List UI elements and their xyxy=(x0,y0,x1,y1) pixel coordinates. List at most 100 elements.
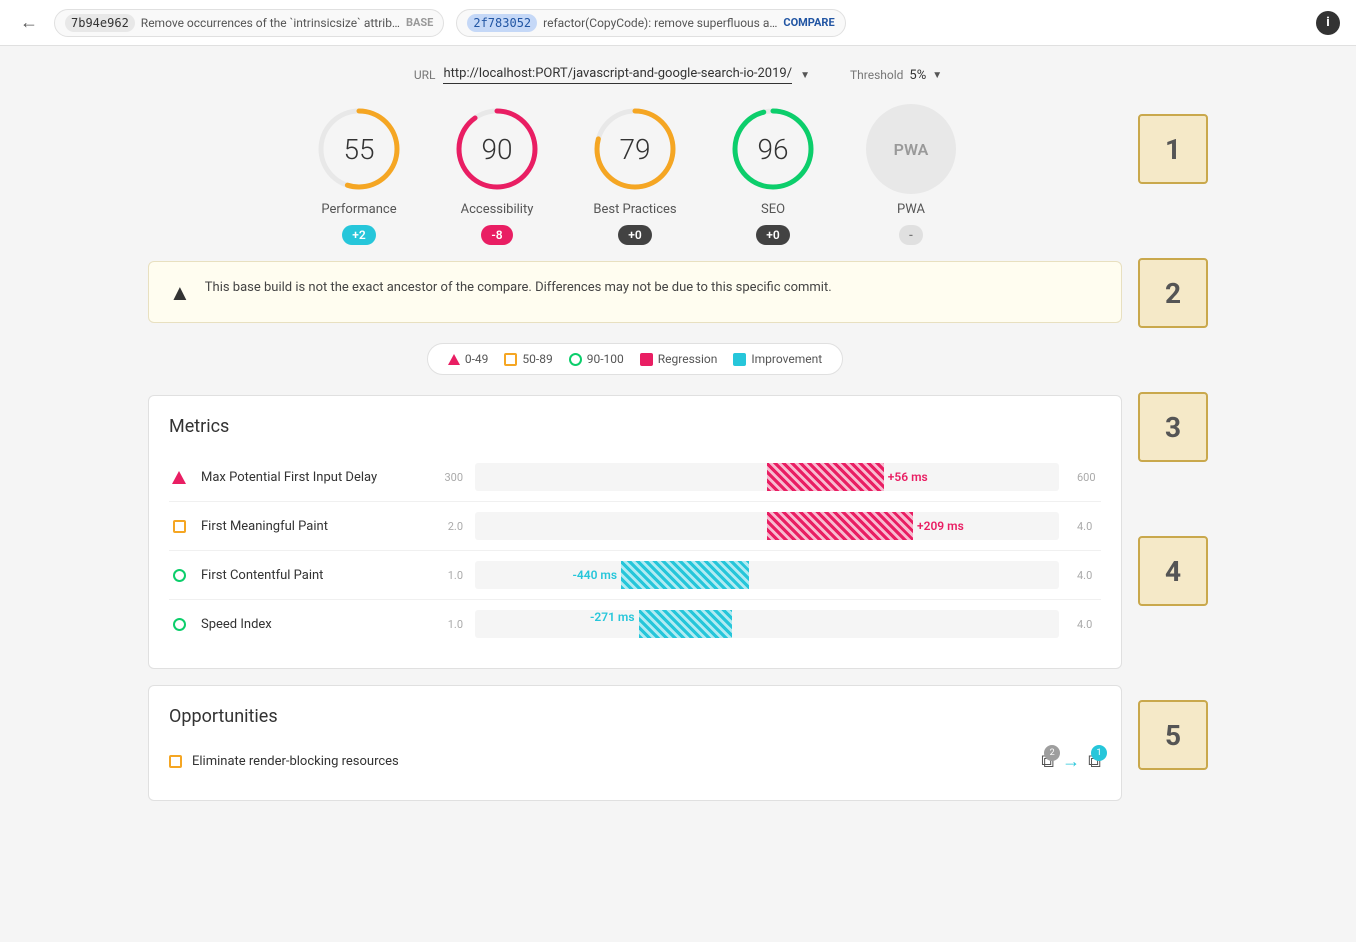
fid-bar-container: +56 ms xyxy=(475,463,1059,491)
annotation-box-3: 3 xyxy=(1138,392,1208,462)
legend-improvement-label: Improvement xyxy=(751,352,822,366)
url-section: URL http://localhost:PORT/javascript-and… xyxy=(414,66,810,84)
opportunities-title: Opportunities xyxy=(169,706,1101,727)
info-button[interactable]: i xyxy=(1316,11,1340,35)
fcp-name: First Contentful Paint xyxy=(201,568,421,583)
pwa-score: PWA xyxy=(894,140,929,159)
opp-row: Eliminate render-blocking resources ⧉ 2 … xyxy=(169,743,1101,780)
score-seo: 96 SEO +0 xyxy=(728,104,818,245)
metric-row-fcp: First Contentful Paint 1.0 -440 ms 4.0 xyxy=(169,551,1101,600)
compare-commit-tag: 2f783052 refactor(CopyCode): remove supe… xyxy=(456,9,845,37)
fcp-scale-end: 4.0 xyxy=(1071,569,1101,582)
metrics-title: Metrics xyxy=(169,416,1101,437)
url-value: http://localhost:PORT/javascript-and-goo… xyxy=(443,66,792,84)
score-circle-seo: 96 xyxy=(728,104,818,194)
opp-arrow-icon: → xyxy=(1062,751,1080,772)
opp-compare-count: 1 xyxy=(1091,745,1107,761)
url-dropdown-arrow[interactable]: ▼ xyxy=(800,70,810,81)
url-label: URL xyxy=(414,68,436,82)
fmp-bar: +209 ms xyxy=(767,512,913,540)
opportunities-section: Opportunities Eliminate render-blocking … xyxy=(148,685,1122,801)
fmp-icon xyxy=(169,516,189,536)
score-performance: 55 Performance +2 xyxy=(314,104,404,245)
base-label: BASE xyxy=(406,16,433,29)
pwa-circle: PWA xyxy=(866,104,956,194)
score-circle-accessibility: 90 xyxy=(452,104,542,194)
threshold-value: 5% xyxy=(909,68,926,83)
seo-score: 96 xyxy=(757,133,788,166)
legend-triangle-icon xyxy=(448,354,460,365)
accessibility-label: Accessibility xyxy=(461,202,534,217)
seo-label: SEO xyxy=(761,202,785,217)
best-practices-badge: +0 xyxy=(618,225,651,245)
si-bar: -271 ms xyxy=(639,610,732,638)
scores-row: 55 Performance +2 90 Accessibility xyxy=(148,104,1122,245)
si-icon xyxy=(169,614,189,634)
metric-row-fmp: First Meaningful Paint 2.0 +209 ms 4.0 xyxy=(169,502,1101,551)
si-bar-container: -271 ms xyxy=(475,610,1059,638)
performance-label: Performance xyxy=(321,202,396,217)
fmp-scale-start: 2.0 xyxy=(433,520,463,533)
annotation-boxes: 1 2 3 4 5 xyxy=(1138,104,1208,770)
base-commit-hash: 7b94e962 xyxy=(65,14,135,32)
fcp-scale-start: 1.0 xyxy=(433,569,463,582)
pwa-badge: - xyxy=(899,225,923,245)
legend-0-49-label: 0-49 xyxy=(465,352,489,366)
fcp-bar-container: -440 ms xyxy=(475,561,1059,589)
fcp-bar-label: -440 ms xyxy=(572,568,617,582)
si-bar-label: -271 ms xyxy=(590,610,635,624)
metric-row-si: Speed Index 1.0 -271 ms 4.0 xyxy=(169,600,1101,648)
fid-icon xyxy=(169,467,189,487)
legend-improvement: Improvement xyxy=(733,352,822,366)
annotation-box-1: 1 xyxy=(1138,114,1208,184)
legend-regression: Regression xyxy=(640,352,718,366)
opp-compare-icon-container: ⧉ 1 xyxy=(1088,751,1101,772)
opp-base-count: 2 xyxy=(1044,745,1060,761)
back-button[interactable]: ← xyxy=(16,8,42,37)
legend-bar: 0-49 50-89 90-100 Regression Improvement xyxy=(427,343,843,375)
score-circle-best-practices: 79 xyxy=(590,104,680,194)
legend-improvement-icon xyxy=(733,353,746,366)
fid-bar: +56 ms xyxy=(767,463,884,491)
fmp-scale-end: 4.0 xyxy=(1071,520,1101,533)
annotation-box-4: 4 xyxy=(1138,536,1208,606)
compare-label: COMPARE xyxy=(783,16,834,29)
threshold-dropdown-arrow[interactable]: ▼ xyxy=(932,70,942,81)
compare-commit-msg: refactor(CopyCode): remove superfluous a… xyxy=(543,16,777,30)
fmp-bar-label: +209 ms xyxy=(917,519,964,533)
threshold-section: Threshold 5% ▼ xyxy=(850,68,942,83)
warning-icon: ▲ xyxy=(169,280,191,306)
opp-actions: ⧉ 2 → ⧉ 1 xyxy=(1041,751,1101,772)
fid-name: Max Potential First Input Delay xyxy=(201,470,421,485)
top-bar: ← 7b94e962 Remove occurrences of the `in… xyxy=(0,0,1356,46)
legend-regression-label: Regression xyxy=(658,352,718,366)
compare-commit-hash: 2f783052 xyxy=(467,14,537,32)
base-commit-tag: 7b94e962 Remove occurrences of the `intr… xyxy=(54,9,444,37)
fmp-bar-container: +209 ms xyxy=(475,512,1059,540)
legend-0-49: 0-49 xyxy=(448,352,489,366)
legend-50-89-label: 50-89 xyxy=(522,352,552,366)
best-practices-score: 79 xyxy=(619,133,650,166)
score-pwa: PWA PWA - xyxy=(866,104,956,245)
warning-text: This base build is not the exact ancesto… xyxy=(205,278,832,298)
pwa-label: PWA xyxy=(897,202,925,217)
base-commit-msg: Remove occurrences of the `intrinsicsize… xyxy=(141,16,400,30)
fcp-icon xyxy=(169,565,189,585)
performance-score: 55 xyxy=(343,133,374,166)
accessibility-badge: -8 xyxy=(481,225,512,245)
legend-90-100-label: 90-100 xyxy=(587,352,624,366)
legend-90-100: 90-100 xyxy=(569,352,624,366)
fcp-bar: -440 ms xyxy=(621,561,749,589)
annotation-box-2: 2 xyxy=(1138,258,1208,328)
opp-name: Eliminate render-blocking resources xyxy=(192,754,399,769)
metric-row-fid: Max Potential First Input Delay 300 +56 … xyxy=(169,453,1101,502)
score-best-practices: 79 Best Practices +0 xyxy=(590,104,680,245)
main-content: URL http://localhost:PORT/javascript-and… xyxy=(128,46,1228,837)
opp-icon xyxy=(169,755,182,768)
score-accessibility: 90 Accessibility -8 xyxy=(452,104,542,245)
seo-badge: +0 xyxy=(756,225,789,245)
legend-50-89: 50-89 xyxy=(504,352,552,366)
opp-left: Eliminate render-blocking resources xyxy=(169,754,399,769)
fid-scale-start: 300 xyxy=(433,471,463,484)
fid-bar-label: +56 ms xyxy=(888,470,928,484)
